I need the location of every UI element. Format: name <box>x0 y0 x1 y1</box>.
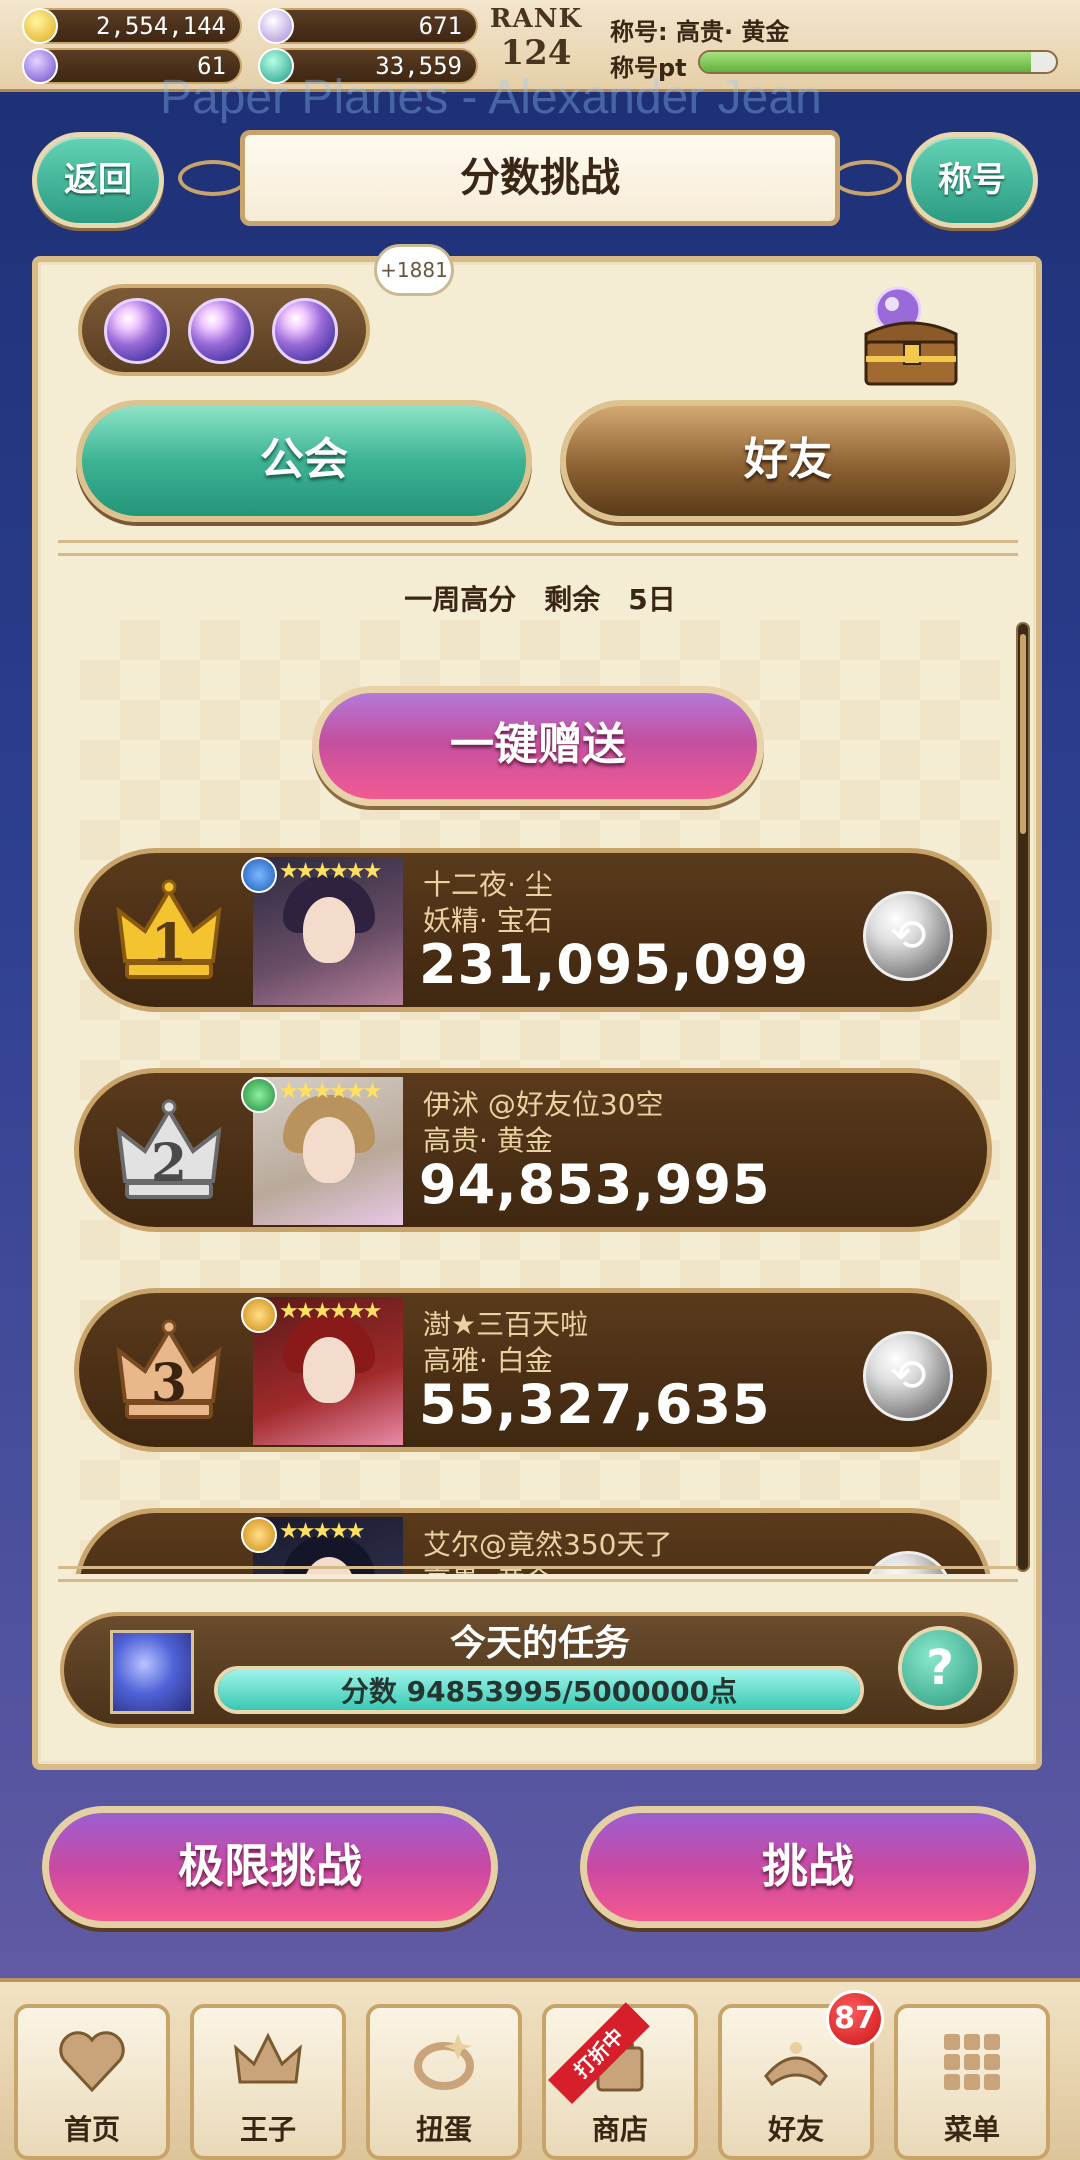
title-button[interactable]: 称号 <box>906 132 1038 228</box>
return-gift-orb-icon[interactable]: ⟲ <box>863 1331 953 1421</box>
mission-progress-text: 分数 94853995/5000000点 <box>340 1675 738 1708</box>
rank-number: 1 <box>150 913 188 974</box>
nav-label: 首页 <box>63 2113 120 2146</box>
nav-label: 扭蛋 <box>415 2113 472 2146</box>
challenge-button[interactable]: 挑战 <box>580 1806 1036 1928</box>
challenge-orb-icon <box>104 298 170 364</box>
nav-prince[interactable]: 王子 <box>190 2004 346 2160</box>
ranking-row[interactable]: 2 ★★★★★★ 伊沭 @好友位30空 高贵· 黄金 94,853,995 <box>74 1068 992 1232</box>
gold-counter: 2,554,144 <box>22 8 242 44</box>
tab-friends[interactable]: 好友 <box>560 400 1016 522</box>
player-title: 称号: 高贵· 黄金 <box>610 18 790 46</box>
blue-attribute-icon <box>241 857 277 893</box>
rarity-stars: ★★★★★★ <box>279 1079 382 1104</box>
weekly-high-score-info: 一周高分 剩余 5日 <box>404 583 676 616</box>
player-score: 231,095,099 <box>419 933 810 996</box>
player-name: 十二夜· 尘 <box>423 868 553 901</box>
gold-value: 2,554,144 <box>95 12 226 40</box>
title-ornament-left <box>178 160 248 196</box>
watermark-text: Paper Planes - Alexander Jean <box>160 71 822 124</box>
nav-label: 王子 <box>239 2113 296 2146</box>
panel-divider <box>58 1566 1018 1582</box>
rank-value: 124 <box>500 33 572 73</box>
nav-menu[interactable]: 菜单 <box>894 2004 1050 2160</box>
friends-notification-badge: 87 <box>826 1990 884 2048</box>
ring-icon <box>414 2034 474 2090</box>
ranking-list[interactable]: 1 ★★★★★★ 十二夜· 尘 妖精· 宝石 231,095,099 ⟲ 2 ★… <box>70 848 1000 1574</box>
nav-label: 商店 <box>591 2113 648 2146</box>
rank-number: 3 <box>150 1353 188 1414</box>
rarity-stars: ★★★★★ <box>279 1519 366 1544</box>
tiara-icon <box>764 2042 828 2087</box>
rank-number: 2 <box>150 1133 188 1194</box>
player-score: 94,853,995 <box>419 1153 771 1216</box>
feather-icon <box>258 8 294 44</box>
extreme-challenge-button[interactable]: 极限挑战 <box>42 1806 498 1928</box>
challenge-orb-icon <box>272 298 338 364</box>
feather-value: 671 <box>418 12 462 40</box>
gold-coin-icon <box>22 8 58 44</box>
yellow-attribute-icon <box>241 1297 277 1333</box>
help-button[interactable]: ? <box>898 1626 982 1710</box>
treasure-chest-icon[interactable] <box>856 282 966 392</box>
green-attribute-icon <box>241 1077 277 1113</box>
back-button[interactable]: 返回 <box>32 132 164 228</box>
rarity-stars: ★★★★★★ <box>279 859 382 884</box>
feather-counter: 671 <box>258 8 478 44</box>
tab-guild[interactable]: 公会 <box>76 400 532 522</box>
page-title: 分数挑战 <box>240 130 840 226</box>
orb-bonus-bubble: +1881 <box>374 244 454 296</box>
panel-divider <box>58 540 1018 556</box>
rarity-stars: ★★★★★★ <box>279 1299 382 1324</box>
grid-menu-icon <box>944 2034 1000 2090</box>
player-name: 澍★三百天啦 <box>423 1308 589 1341</box>
gift-all-button[interactable]: 一键赠送 <box>312 686 764 806</box>
nav-home[interactable]: 首页 <box>14 2004 170 2160</box>
challenge-orb-icon <box>188 298 254 364</box>
heart-icon <box>59 2031 125 2093</box>
title-ornament-right <box>832 160 902 196</box>
ranking-row[interactable]: ★★★★★ 艾尔@竟然350天了 高贵· 黄金 ⟲ <box>74 1508 992 1574</box>
nav-label: 菜单 <box>943 2113 1000 2146</box>
ranking-row[interactable]: 1 ★★★★★★ 十二夜· 尘 妖精· 宝石 231,095,099 ⟲ <box>74 848 992 1012</box>
crown-icon <box>234 2032 302 2084</box>
ranking-row[interactable]: 3 ★★★★★★ 澍★三百天啦 高雅· 白金 55,327,635 ⟲ <box>74 1288 992 1452</box>
nav-label: 好友 <box>767 2113 824 2146</box>
nav-gacha[interactable]: 扭蛋 <box>366 2004 522 2160</box>
player-name: 艾尔@竟然350天了 <box>423 1528 673 1561</box>
rank-label: RANK <box>489 4 583 34</box>
player-name: 伊沭 @好友位30空 <box>423 1088 664 1121</box>
yellow-attribute-icon <box>241 1517 277 1553</box>
title-pt-progress-fill <box>700 52 1032 72</box>
player-score: 55,327,635 <box>419 1373 771 1436</box>
ranking-scroll-thumb[interactable] <box>1020 634 1026 834</box>
orb-tray <box>78 284 370 376</box>
return-gift-orb-icon[interactable]: ⟲ <box>863 891 953 981</box>
gem-icon <box>22 48 58 84</box>
